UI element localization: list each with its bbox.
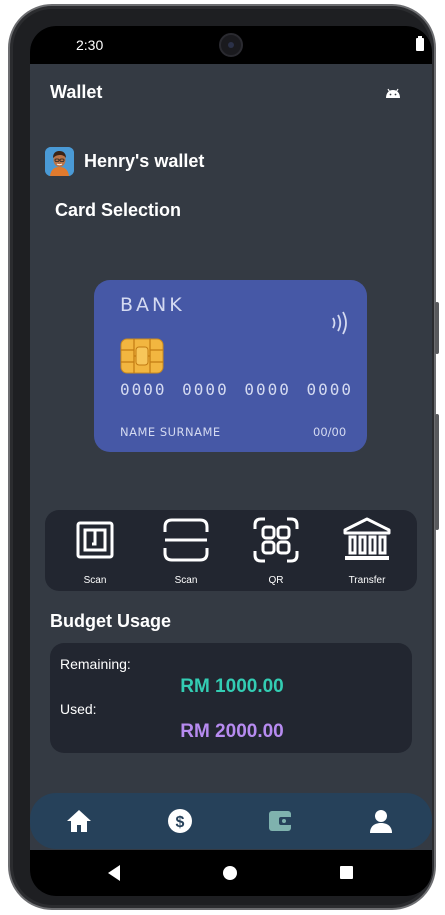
bank-card[interactable]: BANK 0000 0000 0000 0000 NAME SURNAME 00… (94, 280, 367, 452)
action-label: Scan (174, 575, 198, 586)
card-bank-name: BANK (120, 294, 185, 316)
home-icon (67, 810, 91, 832)
camera-cutout (219, 33, 243, 57)
wallet-icon (269, 811, 292, 831)
qr-code-icon (253, 517, 299, 563)
nav-profile[interactable] (367, 807, 397, 835)
home-button-icon[interactable] (223, 866, 237, 880)
screen: 2:30 Wallet Henry's wallet Card Selectio… (30, 26, 432, 896)
action-qr[interactable]: QR (236, 517, 316, 588)
nav-wallet[interactable] (266, 807, 296, 835)
budget-section-title: Budget Usage (50, 611, 172, 631)
svg-text:$: $ (176, 814, 185, 831)
action-label: QR (268, 575, 284, 586)
android-icon[interactable] (384, 86, 402, 100)
remaining-label: Remaining: (60, 656, 131, 672)
wallet-name: Henry's wallet (84, 151, 205, 171)
action-scan-frame[interactable]: Scan (146, 518, 226, 588)
dollar-icon: $ (168, 809, 192, 833)
power-button (435, 302, 439, 354)
system-navigation (30, 850, 432, 896)
card-chip-icon (120, 338, 164, 374)
card-holder: NAME SURNAME (120, 425, 221, 439)
battery-icon (416, 36, 424, 51)
app-title: Wallet (50, 82, 103, 102)
phone-frame: 2:30 Wallet Henry's wallet Card Selectio… (8, 4, 439, 910)
action-transfer[interactable]: Transfer (327, 517, 407, 588)
nfc-scan-icon (76, 521, 114, 559)
card-section-title: Card Selection (55, 200, 182, 220)
scan-frame-icon (163, 518, 209, 562)
budget-panel: Remaining: RM 1000.00 Used: RM 2000.00 (50, 643, 412, 753)
back-icon[interactable] (106, 864, 122, 882)
contactless-icon (332, 311, 347, 335)
action-label: Scan (83, 575, 107, 586)
action-label: Transfer (348, 575, 386, 586)
nav-payments[interactable]: $ (166, 807, 196, 835)
person-icon (370, 810, 392, 833)
bank-building-icon (343, 517, 391, 560)
avatar (45, 147, 74, 176)
status-bar: 2:30 (30, 26, 432, 64)
action-scan-nfc[interactable]: Scan (55, 520, 135, 588)
bottom-navigation: $ (30, 793, 432, 849)
person-avatar-icon (45, 147, 74, 176)
card-number: 0000 0000 0000 0000 (120, 380, 354, 399)
quick-actions: Scan Scan QR Transfer (45, 510, 417, 591)
used-value: RM 2000.00 (180, 721, 284, 742)
remaining-value: RM 1000.00 (180, 676, 284, 697)
card-expiry: 00/00 (313, 425, 347, 439)
used-label: Used: (60, 701, 97, 717)
volume-button (435, 414, 439, 530)
status-time: 2:30 (76, 37, 104, 53)
nav-home[interactable] (65, 807, 95, 835)
recents-icon[interactable] (340, 866, 353, 879)
